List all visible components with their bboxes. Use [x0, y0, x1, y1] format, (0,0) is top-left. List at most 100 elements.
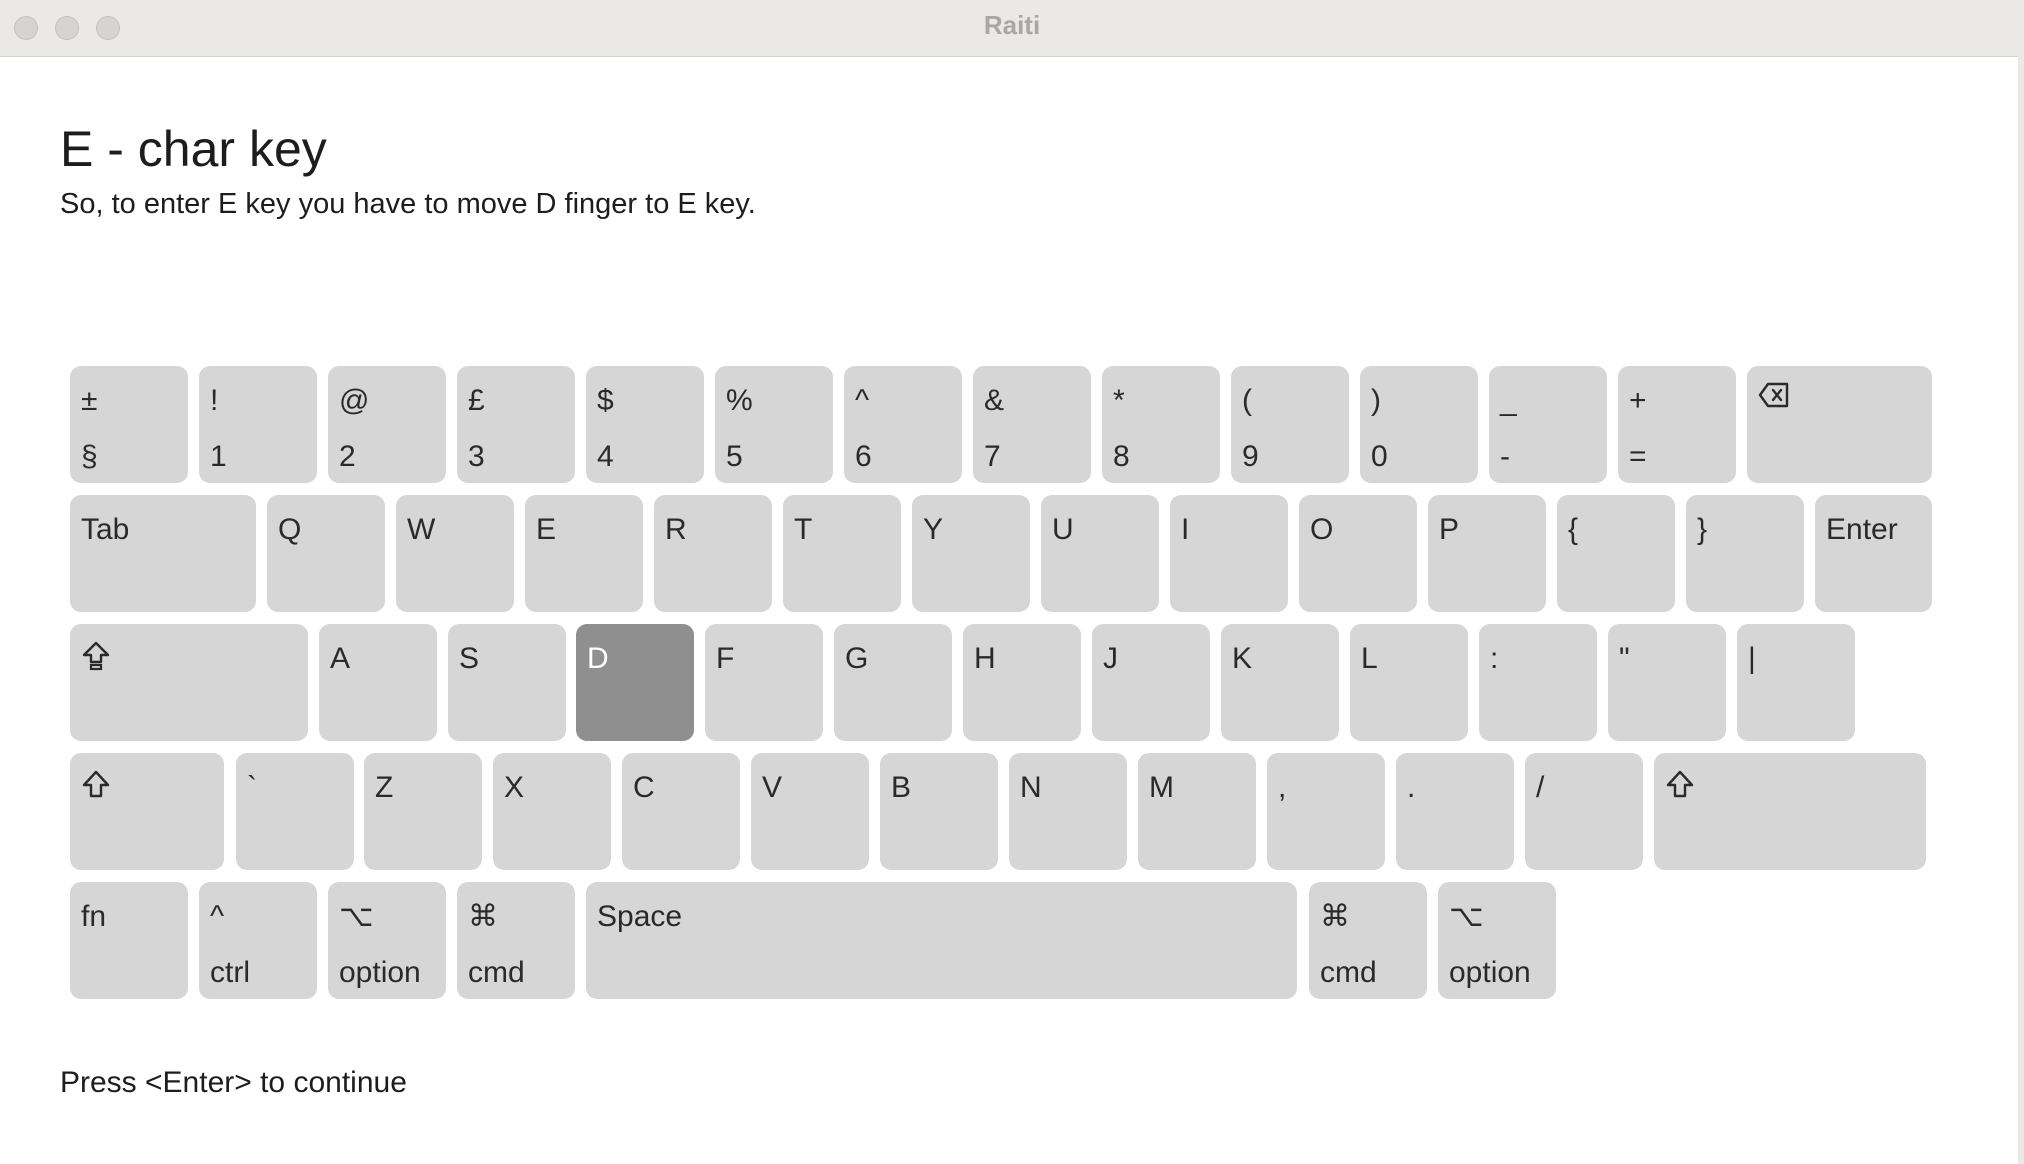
key-label: K: [1232, 642, 1253, 675]
key-base-label: §: [81, 440, 98, 473]
key-p[interactable]: P: [1428, 495, 1546, 612]
lesson-title: E - char key: [60, 121, 327, 177]
key-shift[interactable]: [1654, 753, 1926, 870]
key-caps-lock[interactable]: [70, 624, 308, 741]
key-c[interactable]: C: [622, 753, 740, 870]
key-tab[interactable]: Tab: [70, 495, 256, 612]
caps-lock-icon: [81, 640, 111, 680]
key-g[interactable]: G: [834, 624, 952, 741]
key-x[interactable]: X: [493, 753, 611, 870]
key-symbol-3-1[interactable]: `: [236, 753, 354, 870]
continue-hint: Press <Enter> to continue: [60, 1066, 407, 1099]
key-option[interactable]: ⌥ option: [328, 882, 446, 999]
key-1[interactable]: ! 1: [199, 366, 317, 483]
key-space[interactable]: Space: [586, 882, 1297, 999]
key-enter[interactable]: Enter: [1815, 495, 1932, 612]
key-3[interactable]: £3: [457, 366, 575, 483]
key-2[interactable]: @2: [328, 366, 446, 483]
key-base-label: 7: [984, 440, 1001, 473]
key-ctrl[interactable]: ^ ctrl: [199, 882, 317, 999]
key-base-label: cmd: [1320, 956, 1377, 989]
key-a[interactable]: A: [319, 624, 437, 741]
key-base-label: 8: [1113, 440, 1130, 473]
key-y[interactable]: Y: [912, 495, 1030, 612]
key-symbol-1-12[interactable]: }: [1686, 495, 1804, 612]
key-symbol-0-12[interactable]: + =: [1618, 366, 1736, 483]
key-m[interactable]: M: [1138, 753, 1256, 870]
shift-icon: [1665, 769, 1695, 807]
key-label: Y: [923, 513, 944, 546]
key-base-label: -: [1500, 440, 1510, 473]
title-bar: Raiti: [0, 0, 2024, 57]
key-label: Enter: [1826, 513, 1898, 546]
key-label: F: [716, 642, 735, 675]
key-f[interactable]: F: [705, 624, 823, 741]
key-fn[interactable]: fn: [70, 882, 188, 999]
key-label: Z: [375, 771, 394, 804]
key-label: H: [974, 642, 996, 675]
key-u[interactable]: U: [1041, 495, 1159, 612]
key-l[interactable]: L: [1350, 624, 1468, 741]
key-symbol-3-11[interactable]: /: [1525, 753, 1643, 870]
key-option[interactable]: ⌥ option: [1438, 882, 1556, 999]
key-shift-label: ⌥: [1449, 900, 1484, 933]
key-cmd[interactable]: ⌘ cmd: [1309, 882, 1427, 999]
key-i[interactable]: I: [1170, 495, 1288, 612]
key-symbol-0-11[interactable]: _ -: [1489, 366, 1607, 483]
key-d-highlighted[interactable]: D: [576, 624, 694, 741]
key-symbol-3-10[interactable]: .: [1396, 753, 1514, 870]
key-r[interactable]: R: [654, 495, 772, 612]
key-8[interactable]: * 8: [1102, 366, 1220, 483]
key-symbol-3-9[interactable]: ,: [1267, 753, 1385, 870]
key-label: `: [247, 771, 257, 804]
key-5[interactable]: % 5: [715, 366, 833, 483]
key-n[interactable]: N: [1009, 753, 1127, 870]
key-6[interactable]: ^ 6: [844, 366, 962, 483]
shift-icon: [81, 769, 111, 807]
key-h[interactable]: H: [963, 624, 1081, 741]
key-shift-label: *: [1113, 384, 1125, 417]
key-z[interactable]: Z: [364, 753, 482, 870]
lesson-instructions: So, to enter E key you have to move D fi…: [60, 188, 756, 220]
key-9[interactable]: (9: [1231, 366, 1349, 483]
key-label: |: [1748, 642, 1756, 675]
key-b[interactable]: B: [880, 753, 998, 870]
key-o[interactable]: O: [1299, 495, 1417, 612]
key-label: R: [665, 513, 687, 546]
key-label: M: [1149, 771, 1174, 804]
key-w[interactable]: W: [396, 495, 514, 612]
key-shift-label: @: [339, 384, 370, 417]
key-symbol-2-10[interactable]: :: [1479, 624, 1597, 741]
key-base-label: =: [1629, 440, 1647, 473]
key-label: .: [1407, 771, 1416, 804]
key-4[interactable]: $4: [586, 366, 704, 483]
key-shift[interactable]: [70, 753, 224, 870]
key-symbol-0-0[interactable]: ± §: [70, 366, 188, 483]
key-label: X: [504, 771, 525, 804]
key-0[interactable]: ) 0: [1360, 366, 1478, 483]
key-e[interactable]: E: [525, 495, 643, 612]
key-t[interactable]: T: [783, 495, 901, 612]
key-backspace[interactable]: [1747, 366, 1932, 483]
key-base-label: 1: [210, 440, 227, 473]
key-shift-label: ±: [81, 384, 98, 417]
key-label: W: [407, 513, 436, 546]
key-symbol-2-12[interactable]: |: [1737, 624, 1855, 741]
key-v[interactable]: V: [751, 753, 869, 870]
key-shift-label: %: [726, 384, 753, 417]
key-k[interactable]: K: [1221, 624, 1339, 741]
key-shift-label: ^: [855, 384, 870, 417]
key-symbol-2-11[interactable]: ": [1608, 624, 1726, 741]
key-s[interactable]: S: [448, 624, 566, 741]
key-7[interactable]: & 7: [973, 366, 1091, 483]
key-label: O: [1310, 513, 1334, 546]
key-label: I: [1181, 513, 1190, 546]
key-symbol-1-11[interactable]: {: [1557, 495, 1675, 612]
key-label: ": [1619, 642, 1630, 675]
key-q[interactable]: Q: [267, 495, 385, 612]
key-label: C: [633, 771, 655, 804]
key-label: :: [1490, 642, 1499, 675]
key-j[interactable]: J: [1092, 624, 1210, 741]
key-cmd[interactable]: ⌘ cmd: [457, 882, 575, 999]
key-base-label: 3: [468, 440, 485, 473]
